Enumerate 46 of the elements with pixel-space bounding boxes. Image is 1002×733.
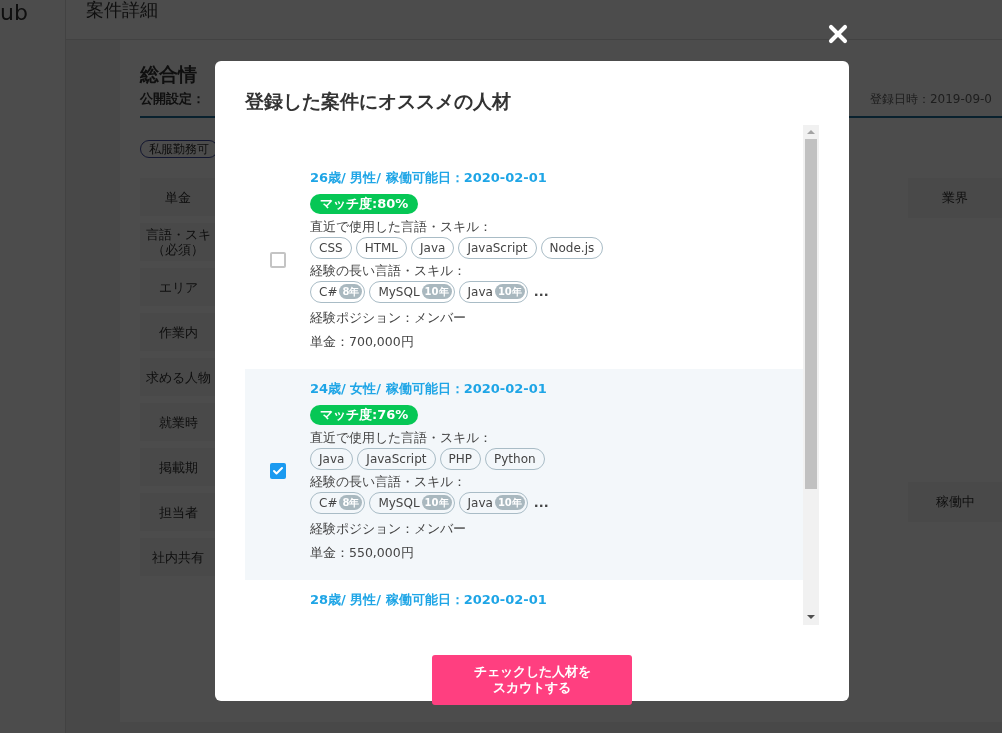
match-badge: マッチ度:76% bbox=[310, 404, 419, 425]
rate-text: 単金：700,000円 bbox=[310, 332, 415, 351]
years-badge: 10年 bbox=[494, 495, 525, 510]
skill-name: MySQL bbox=[378, 494, 420, 512]
candidate-profile: 24歳/ 女性/ 稼働可能日：2020-02-01 bbox=[310, 379, 548, 397]
skill-name: Java bbox=[467, 283, 493, 301]
skill-name: MySQL bbox=[378, 283, 420, 301]
button-label: スカウトする bbox=[493, 679, 571, 696]
position-text: 経験ポジション：メンバー bbox=[310, 308, 467, 327]
publish-label: 公開設定： bbox=[140, 89, 205, 108]
field-label: 求める人物 bbox=[145, 369, 211, 385]
position-text: 経験ポジション：メンバー bbox=[310, 519, 467, 538]
rate-text: 単金：550,000円 bbox=[310, 543, 415, 562]
skill-label: 経験の長い言語・スキル： bbox=[310, 261, 467, 280]
check-icon bbox=[271, 464, 284, 477]
skill-name: C# bbox=[319, 494, 338, 512]
scrollbar-thumb[interactable] bbox=[805, 138, 817, 489]
modal-title: 登録した案件にオススメの人材 bbox=[245, 89, 512, 114]
field-label: 社内共有 bbox=[152, 549, 204, 565]
skill-label: 直近で使用した言語・スキル： bbox=[310, 217, 493, 236]
scrollbar[interactable] bbox=[803, 124, 819, 625]
skill-name: C# bbox=[319, 283, 338, 301]
candidate-card[interactable]: 24歳/ 女性/ 稼働可能日：2020-02-01 マッチ度:76% 直近で使用した言語・スキル： Java JavaScript PHP Python 経験の長い言語・スキル： C# 8年 MySQL 10年 Java 10年 ... 経験ポジション：メンバー 単金：550,000円 bbox=[245, 368, 803, 580]
scroll-up-icon[interactable] bbox=[807, 129, 815, 134]
match-badge: マッチ度:80% bbox=[310, 193, 419, 214]
years-badge: 10年 bbox=[494, 284, 525, 299]
years-badge: 8年 bbox=[339, 284, 363, 299]
skill-label: 経験の長い言語・スキル： bbox=[310, 472, 467, 491]
field-label: （必須） bbox=[152, 242, 204, 257]
candidate-profile: 28歳/ 男性/ 稼働可能日：2020-02-01 bbox=[310, 590, 547, 608]
scroll-down-icon[interactable] bbox=[807, 614, 815, 619]
candidate-profile: 26歳/ 男性/ 稼働可能日：2020-02-01 bbox=[310, 168, 548, 186]
more-text: ... bbox=[533, 493, 549, 512]
skill-name: Java bbox=[467, 494, 493, 512]
button-label: チェックした人材を bbox=[473, 663, 591, 680]
field-label: 作業内 bbox=[158, 324, 198, 340]
years-badge: 8年 bbox=[339, 495, 363, 510]
page-title: 案件詳細 bbox=[86, 0, 159, 20]
more-text: ... bbox=[533, 282, 549, 301]
skill-label: 直近で使用した言語・スキル： bbox=[310, 428, 493, 447]
scout-button[interactable]: チェックした人材を スカウトする bbox=[432, 654, 632, 705]
candidate-checkbox[interactable] bbox=[269, 251, 286, 268]
candidate-checkbox[interactable] bbox=[269, 462, 286, 479]
section-title: 総合情 bbox=[140, 62, 198, 87]
years-badge: 10年 bbox=[421, 495, 452, 510]
years-badge: 10年 bbox=[421, 284, 452, 299]
